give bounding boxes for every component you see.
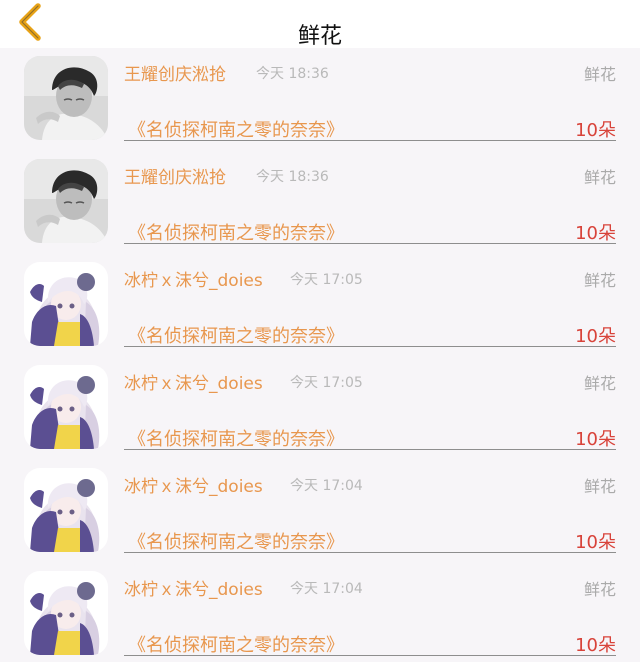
user-name[interactable]: 王耀创庆淞抢: [124, 60, 226, 85]
gift-count: 10朵: [575, 326, 616, 347]
gift-name: 《名侦探柯南之零的奈奈》: [128, 532, 344, 553]
timestamp: 今天 17:05: [290, 272, 363, 288]
divider: [124, 243, 616, 244]
gift-type: 鲜花: [583, 477, 616, 496]
gift-name: 《名侦探柯南之零的奈奈》: [128, 120, 344, 141]
avatar[interactable]: [24, 365, 108, 449]
user-name[interactable]: 冰柠ｘ沫兮_doies: [124, 266, 263, 291]
timestamp: 今天 18:36: [256, 66, 329, 82]
timestamp: 今天 17:05: [290, 375, 363, 391]
avatar[interactable]: [24, 56, 108, 140]
avatar[interactable]: [24, 262, 108, 346]
gift-name: 《名侦探柯南之零的奈奈》: [128, 429, 344, 450]
divider: [124, 449, 616, 450]
gift-type: 鲜花: [583, 580, 616, 599]
list-item[interactable]: 冰柠ｘ沫兮_doies 今天 17:05 鲜花 《名侦探柯南之零的奈奈》 10朵: [0, 254, 640, 357]
user-name[interactable]: 冰柠ｘ沫兮_doies: [124, 369, 263, 394]
gift-type: 鲜花: [583, 271, 616, 290]
gift-count: 10朵: [575, 120, 616, 141]
timestamp: 今天 18:36: [256, 169, 329, 185]
avatar[interactable]: [24, 159, 108, 243]
gift-type: 鲜花: [583, 168, 616, 187]
gift-count: 10朵: [575, 635, 616, 656]
timestamp: 今天 17:04: [290, 478, 363, 494]
avatar[interactable]: [24, 468, 108, 552]
gift-name: 《名侦探柯南之零的奈奈》: [128, 635, 344, 656]
divider: [124, 346, 616, 347]
gift-type: 鲜花: [583, 65, 616, 84]
timestamp: 今天 17:04: [290, 581, 363, 597]
divider: [124, 552, 616, 553]
header-bar: 鲜花: [0, 0, 640, 49]
divider: [124, 140, 616, 141]
gift-name: 《名侦探柯南之零的奈奈》: [128, 223, 344, 244]
gift-count: 10朵: [575, 532, 616, 553]
gift-count: 10朵: [575, 223, 616, 244]
list-item[interactable]: 王耀创庆淞抢 今天 18:36 鲜花 《名侦探柯南之零的奈奈》 10朵: [0, 48, 640, 151]
list-item[interactable]: 王耀创庆淞抢 今天 18:36 鲜花 《名侦探柯南之零的奈奈》 10朵: [0, 151, 640, 254]
user-name[interactable]: 冰柠ｘ沫兮_doies: [124, 472, 263, 497]
gift-count: 10朵: [575, 429, 616, 450]
list-item[interactable]: 冰柠ｘ沫兮_doies 今天 17:04 鲜花 《名侦探柯南之零的奈奈》 10朵: [0, 460, 640, 563]
avatar[interactable]: [24, 571, 108, 655]
list-item[interactable]: 冰柠ｘ沫兮_doies 今天 17:05 鲜花 《名侦探柯南之零的奈奈》 10朵: [0, 357, 640, 460]
user-name[interactable]: 王耀创庆淞抢: [124, 163, 226, 188]
divider: [124, 655, 616, 656]
gift-list: 王耀创庆淞抢 今天 18:36 鲜花 《名侦探柯南之零的奈奈》 10朵 王耀创庆…: [0, 48, 640, 662]
user-name[interactable]: 冰柠ｘ沫兮_doies: [124, 575, 263, 600]
page-title: 鲜花: [297, 24, 342, 49]
gift-type: 鲜花: [583, 374, 616, 393]
gift-name: 《名侦探柯南之零的奈奈》: [128, 326, 344, 347]
list-item[interactable]: 冰柠ｘ沫兮_doies 今天 17:04 鲜花 《名侦探柯南之零的奈奈》 10朵: [0, 563, 640, 666]
